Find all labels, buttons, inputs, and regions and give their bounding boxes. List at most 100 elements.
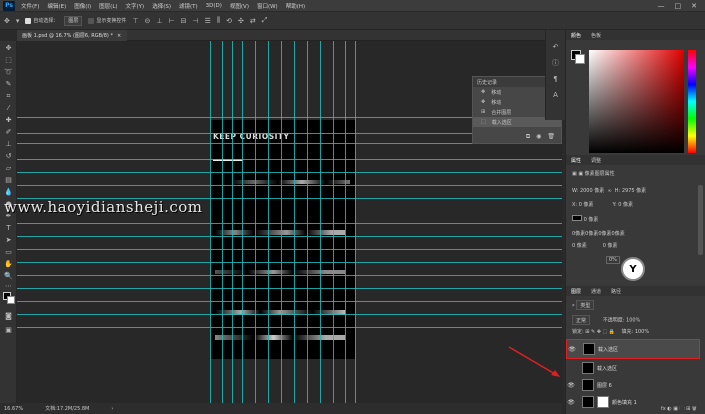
tab-swatches[interactable]: 色板 xyxy=(591,32,601,39)
fill-field[interactable]: 100% xyxy=(635,329,649,335)
hand-tool-icon[interactable]: ✋ xyxy=(3,259,14,269)
3d-pan-icon[interactable]: ✣ xyxy=(238,17,244,25)
x-field[interactable]: 0 像素 xyxy=(579,202,594,208)
more-tools-icon[interactable]: ⋯ xyxy=(3,281,14,291)
menu-layer[interactable]: 图层(L) xyxy=(99,2,117,10)
lock-icons[interactable]: ⊞ ✎ ✥ ⬚ 🔒 xyxy=(585,329,615,335)
properties-corners[interactable]: 0像素0像素0像素0像素 xyxy=(572,230,625,237)
guide-line[interactable] xyxy=(242,41,243,403)
y-field[interactable]: 0 像素 xyxy=(618,202,633,208)
guide-line[interactable] xyxy=(320,41,321,403)
guide-line[interactable] xyxy=(268,41,269,403)
screen-mode-icon[interactable]: ▣ xyxy=(3,325,14,335)
guide-line[interactable] xyxy=(255,41,256,403)
corner-field[interactable]: 0 像素 xyxy=(603,243,618,249)
align-bottom-icon[interactable]: ⊥ xyxy=(156,17,162,25)
quick-select-tool-icon[interactable]: ✎ xyxy=(3,79,14,89)
quick-mask-icon[interactable]: ◙ xyxy=(3,311,14,321)
history-icon[interactable]: ↶ xyxy=(550,42,561,52)
maximize-button[interactable]: □ xyxy=(675,2,682,10)
show-transform-checkbox[interactable] xyxy=(88,17,95,24)
3d-scale-icon[interactable]: ⤢ xyxy=(262,16,268,25)
hue-slider[interactable] xyxy=(688,50,696,153)
tab-layers[interactable]: 图层 xyxy=(571,288,581,295)
width-field[interactable]: 2000 像素 xyxy=(580,188,604,194)
marquee-tool-icon[interactable]: ⬚ xyxy=(3,55,14,65)
distribute-horizontal-icon[interactable]: ⫼ xyxy=(217,16,220,25)
menu-edit[interactable]: 编辑(E) xyxy=(47,2,66,10)
menu-type[interactable]: 文字(Y) xyxy=(126,2,145,10)
stroke-field[interactable]: 0 像素 xyxy=(584,217,599,223)
guide-line[interactable] xyxy=(17,249,562,250)
tab-channels[interactable]: 通道 xyxy=(591,288,601,295)
3d-mode-icon[interactable]: ⟲ xyxy=(226,17,232,25)
layers-footer-icons[interactable]: fx ◐ ▣ 🗀 ⊞ 🗑 xyxy=(661,406,696,414)
chevron-right-icon[interactable]: › xyxy=(111,406,113,412)
guide-line[interactable] xyxy=(17,301,562,302)
new-document-icon[interactable]: ⧉ xyxy=(526,133,530,141)
snapshot-icon[interactable]: ◉ xyxy=(536,133,541,141)
eye-icon[interactable]: 👁 xyxy=(566,382,576,389)
guide-line[interactable] xyxy=(17,262,562,263)
guide-line[interactable] xyxy=(307,41,308,403)
guide-line[interactable] xyxy=(17,159,562,160)
align-left-icon[interactable]: ⊢ xyxy=(169,17,175,25)
align-right-icon[interactable]: ⊣ xyxy=(193,17,199,25)
tab-adjustments[interactable]: 调整 xyxy=(591,157,601,164)
trash-icon[interactable]: 🗑 xyxy=(547,133,555,141)
menu-3d[interactable]: 3D(D) xyxy=(206,3,222,9)
align-middle-icon[interactable]: ⊝ xyxy=(145,17,151,25)
clone-stamp-tool-icon[interactable]: ⊥ xyxy=(3,139,14,149)
info-icon[interactable]: ⓘ xyxy=(550,58,561,68)
opacity-field[interactable]: 100% xyxy=(626,318,640,324)
layer-row-selected[interactable]: 👁 载入选区 xyxy=(566,339,700,359)
guide-line[interactable] xyxy=(17,185,562,186)
document-info[interactable]: 文档:17.2M/25.8M xyxy=(45,405,89,412)
zoom-level[interactable]: 16.67% xyxy=(4,406,23,412)
eye-icon[interactable]: 👁 xyxy=(566,399,576,406)
move-tool-icon[interactable]: ✥ xyxy=(4,17,10,25)
background-color-swatch[interactable] xyxy=(7,296,15,304)
guide-line[interactable] xyxy=(17,236,562,237)
tab-paths[interactable]: 路径 xyxy=(611,288,621,295)
tab-properties[interactable]: 属性 xyxy=(571,157,581,164)
tab-color[interactable]: 颜色 xyxy=(571,32,581,39)
healing-tool-icon[interactable]: ✚ xyxy=(3,115,14,125)
crop-tool-icon[interactable]: ⌗ xyxy=(3,91,14,101)
guide-line[interactable] xyxy=(294,41,295,403)
close-button[interactable]: ✕ xyxy=(691,2,697,10)
guide-line[interactable] xyxy=(17,223,562,224)
distribute-icon[interactable]: ☰ xyxy=(205,17,211,25)
eraser-tool-icon[interactable]: ▱ xyxy=(3,163,14,173)
align-center-icon[interactable]: ⊟ xyxy=(181,17,187,25)
chevron-down-icon[interactable]: ▾ xyxy=(16,17,20,25)
close-tab-icon[interactable]: × xyxy=(117,33,121,39)
guide-line[interactable] xyxy=(17,288,562,289)
height-field[interactable]: 2975 像素 xyxy=(622,188,646,194)
menu-window[interactable]: 窗口(W) xyxy=(257,2,278,10)
lasso-tool-icon[interactable]: ➰ xyxy=(3,67,14,77)
gradient-tool-icon[interactable]: ▤ xyxy=(3,175,14,185)
document-tab[interactable]: 画板 1.psd @ 16.7% (图层6, RGB/8) * × xyxy=(17,30,127,41)
properties-button[interactable]: 0% xyxy=(606,256,620,264)
minimize-button[interactable]: — xyxy=(658,2,665,10)
rectangle-tool-icon[interactable]: ▭ xyxy=(3,247,14,257)
zoom-tool-icon[interactable]: 🔍 xyxy=(3,271,14,281)
menu-image[interactable]: 图像(I) xyxy=(74,2,91,10)
path-select-tool-icon[interactable]: ➤ xyxy=(3,235,14,245)
swatch[interactable] xyxy=(572,215,582,221)
blend-mode-dropdown[interactable]: 正常 xyxy=(572,315,591,325)
layer-row[interactable]: 👁 图层 6 xyxy=(566,376,698,394)
guide-line[interactable] xyxy=(17,172,562,173)
3d-slide-icon[interactable]: ⇄ xyxy=(250,17,256,25)
background-color-swatch[interactable] xyxy=(575,54,585,64)
guide-line[interactable] xyxy=(17,314,562,315)
guide-line[interactable] xyxy=(345,41,346,403)
guide-line[interactable] xyxy=(232,41,233,403)
menu-view[interactable]: 视图(V) xyxy=(230,2,249,10)
guide-line[interactable] xyxy=(210,41,211,403)
blur-tool-icon[interactable]: 💧 xyxy=(3,187,14,197)
eyedropper-tool-icon[interactable]: ⁄ xyxy=(3,103,14,113)
paragraph-icon[interactable]: ¶ xyxy=(550,74,561,84)
menu-help[interactable]: 帮助(H) xyxy=(286,2,305,10)
